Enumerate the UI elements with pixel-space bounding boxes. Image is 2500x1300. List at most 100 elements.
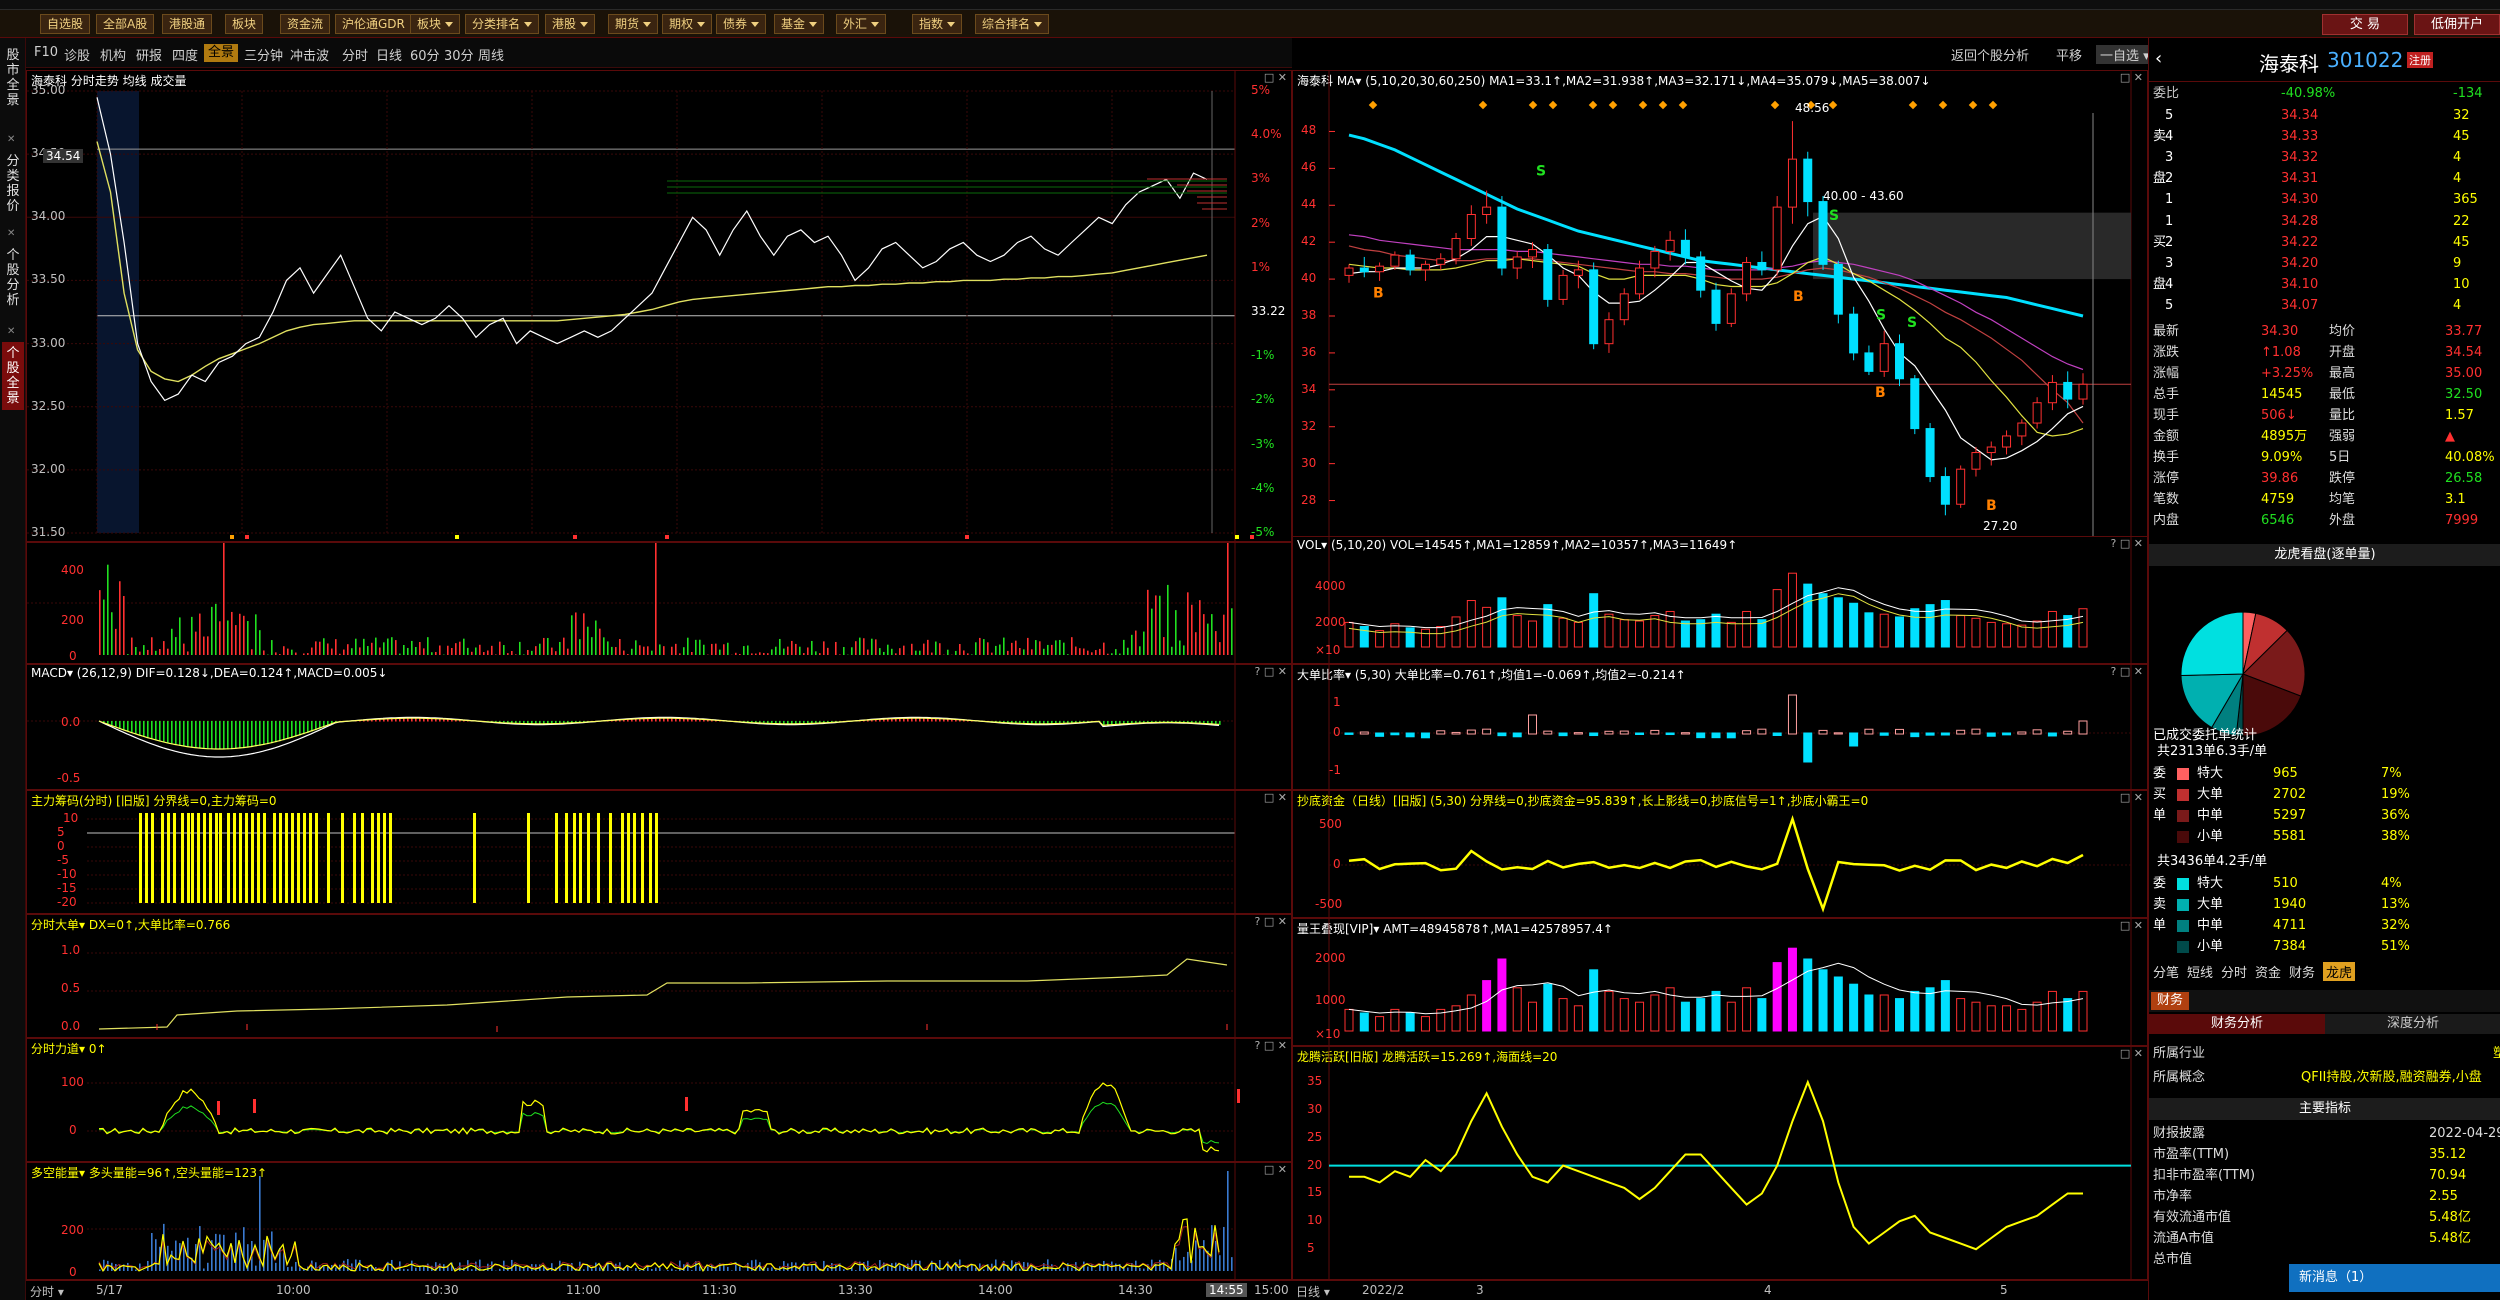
tab-research[interactable]: 研报	[136, 45, 162, 64]
energy-bar	[499, 1268, 501, 1271]
time-label: 14:00	[978, 1283, 1013, 1297]
tab-stock-analysis[interactable]: 个股分析	[2, 244, 24, 312]
toolbar-button[interactable]: 港股通	[162, 14, 213, 34]
volume-bar	[671, 646, 673, 655]
volume-bar	[1123, 639, 1125, 655]
tab-60min[interactable]: 60分	[410, 45, 440, 64]
toolbar-button[interactable]: 全部A股	[96, 14, 155, 34]
toolbar-dropdown[interactable]: 期货	[608, 14, 659, 34]
volume-king-bar	[1482, 980, 1492, 1032]
volume-bar	[1203, 614, 1205, 655]
tab-three-minute[interactable]: 三分钟	[244, 45, 283, 64]
back-icon[interactable]: ‹	[2155, 48, 2162, 69]
candle	[1895, 343, 1904, 380]
cell: 小单	[2197, 939, 2224, 954]
kvol-bar	[1818, 593, 1828, 648]
lt-tick: 15	[1307, 1185, 1323, 1200]
tab-2[interactable]: 分时	[2221, 962, 2247, 981]
volume-bar	[219, 621, 221, 655]
toolbar-dropdown[interactable]: 债券	[716, 14, 767, 34]
tab-four-degree[interactable]: 四度	[172, 45, 198, 64]
tab-4[interactable]: 财务	[2289, 962, 2315, 981]
toolbar-dropdown[interactable]: 综合排名	[975, 14, 1050, 34]
open-account-button[interactable]: 低佣开户	[2414, 14, 2500, 35]
trade-button[interactable]: 交 易	[2322, 14, 2408, 35]
kvol-bar	[1711, 613, 1721, 648]
cell: 换手	[2153, 450, 2180, 465]
close-icon[interactable]: ✕	[7, 228, 15, 239]
toolbar-dropdown[interactable]: 期权	[662, 14, 713, 34]
toolbar-dropdown[interactable]: 板块	[410, 14, 461, 34]
toolbar-button[interactable]: 沪伦通GDR	[335, 14, 412, 34]
chips-tick: -15	[57, 881, 77, 895]
volume-bar	[1215, 631, 1217, 655]
macd-bar	[195, 721, 197, 749]
tab-institution[interactable]: 机构	[100, 45, 126, 64]
force-line-2	[98, 1101, 1220, 1145]
tab-30min[interactable]: 30分	[444, 45, 474, 64]
signal-diamond	[1678, 100, 1688, 110]
close-icon[interactable]: ✕	[7, 326, 15, 337]
volume-bar	[275, 652, 277, 655]
tab-weekly[interactable]: 周线	[478, 45, 504, 64]
toolbar-dropdown[interactable]: 分类排名	[465, 14, 540, 34]
pan-button[interactable]: 平移	[2056, 45, 2082, 64]
cell: 7384	[2273, 939, 2307, 954]
signal-diamond	[1548, 100, 1558, 110]
tab-1[interactable]: 短线	[2187, 962, 2213, 981]
cell: 中单	[2197, 808, 2224, 823]
toolbar-dropdown[interactable]: 外汇	[836, 14, 887, 34]
period-dropdown[interactable]: 日线 ▾	[1296, 1283, 1330, 1300]
volume-bar	[387, 638, 389, 655]
volume-bar	[839, 654, 841, 655]
tab-diagnose[interactable]: 诊股	[64, 45, 90, 64]
tab-market-overview[interactable]: 股市全景	[2, 44, 24, 112]
toolbar-button[interactable]: 板块	[225, 14, 264, 34]
tab-category-quotes[interactable]: 分类报价	[2, 150, 24, 218]
toolbar-dropdown[interactable]: 港股	[545, 14, 596, 34]
volume-bar	[207, 636, 209, 655]
kvol-bar	[2063, 615, 2073, 648]
volume-bar	[471, 651, 473, 655]
volume-bar	[1099, 648, 1101, 655]
tab-daily[interactable]: 日线	[376, 45, 402, 64]
volume-bar	[1015, 640, 1017, 655]
toolbar-dropdown[interactable]: 基金	[774, 14, 825, 34]
energy-bar	[975, 1267, 977, 1271]
tab-deep-analysis[interactable]: 深度分析	[2325, 1014, 2500, 1034]
kdd-bar	[1375, 732, 1385, 737]
volume-bar	[767, 653, 769, 655]
tab-intraday[interactable]: 分时	[342, 45, 368, 64]
sell-signal: S	[1907, 315, 1917, 331]
toolbar-button[interactable]: 资金流	[280, 14, 331, 34]
tab-shockwave[interactable]: 冲击波	[290, 45, 329, 64]
close-icon[interactable]: ✕	[7, 134, 15, 145]
sell-order-row: 小单 7384 51%	[2153, 937, 2497, 957]
intraday-price-chart	[27, 71, 1254, 541]
watchlist-dropdown[interactable]: 一自选 ▾	[2096, 45, 2154, 64]
toolbar-button[interactable]: 自选股	[40, 14, 91, 34]
volume-bar	[491, 645, 493, 655]
macd-bar	[267, 721, 269, 745]
tab-5[interactable]: 龙虎	[2323, 962, 2356, 981]
macd-bar	[119, 721, 121, 729]
chevron-down-icon	[1034, 22, 1043, 27]
tab-0[interactable]: 分笔	[2153, 962, 2179, 981]
news-notification[interactable]: 新消息（1）	[2289, 1264, 2500, 1292]
volume-bar	[1063, 642, 1065, 655]
tab-finance[interactable]: 财务	[2151, 992, 2190, 1010]
tab-3[interactable]: 资金	[2255, 962, 2281, 981]
energy-bar	[667, 1270, 669, 1271]
volume-bar	[923, 643, 925, 655]
mode-dropdown[interactable]: 分时 ▾	[30, 1283, 64, 1300]
cell: 最新	[2153, 324, 2180, 339]
tab-f10[interactable]: F10	[34, 45, 58, 60]
candle	[1466, 214, 1476, 239]
tab-finance-analysis[interactable]: 财务分析	[2149, 1014, 2325, 1034]
back-to-analysis-link[interactable]: 返回个股分析	[1951, 45, 2029, 64]
tab-panorama[interactable]: 全景	[204, 44, 239, 62]
kdd-bar	[1573, 732, 1583, 735]
volume-bar	[1115, 649, 1117, 655]
toolbar-dropdown[interactable]: 指数	[912, 14, 963, 34]
tab-stock-panorama[interactable]: 个股全景	[2, 342, 24, 410]
